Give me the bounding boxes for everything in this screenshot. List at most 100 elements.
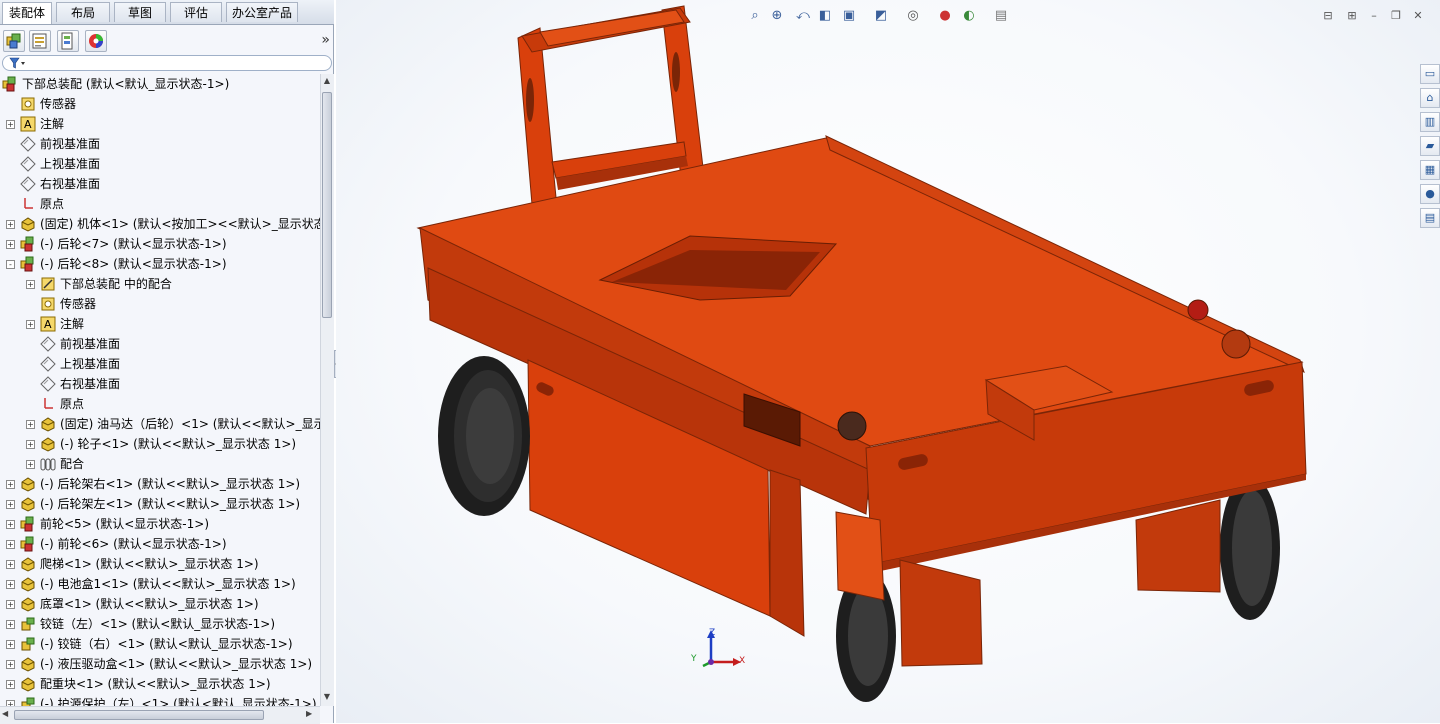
view-settings-icon[interactable]: ▤	[992, 6, 1010, 26]
zoom-area-icon[interactable]: ⊕	[768, 6, 786, 26]
tree-node[interactable]: + A 注解	[0, 314, 320, 334]
rear-wheel-right	[1220, 476, 1280, 620]
tree-node[interactable]: + (固定) 机体<1> (默认<按加工><<默认>_显示状态	[0, 214, 320, 234]
tree-node-label: 右视基准面	[40, 177, 101, 191]
scroll-left-arrow-icon[interactable]: ◀	[2, 709, 8, 718]
expand-icon[interactable]: +	[6, 520, 15, 529]
tree-node[interactable]: + 配重块<1> (默认<<默认>_显示状态 1>)	[0, 674, 320, 694]
expand-icon[interactable]: +	[6, 600, 15, 609]
part-icon	[21, 677, 35, 692]
tree-vertical-scrollbar[interactable]: ▲ ▼	[320, 74, 334, 706]
assembly-model[interactable]	[336, 0, 1440, 723]
expand-icon[interactable]: +	[6, 580, 15, 589]
expand-icon[interactable]: +	[6, 220, 15, 229]
tab-layout[interactable]: 布局	[56, 2, 110, 22]
collapse-icon[interactable]: -	[6, 260, 15, 269]
tree-horizontal-scroll-thumb[interactable]	[14, 710, 264, 720]
expand-icon[interactable]: +	[6, 540, 15, 549]
tree-node[interactable]: + (-) 铰链（右）<1> (默认<默认_显示状态-1>)	[0, 634, 320, 654]
custom-properties-icon[interactable]: ●	[1420, 184, 1440, 204]
tree-node[interactable]: + (-) 轮子<1> (默认<<默认>_显示状态 1>)	[0, 434, 320, 454]
appearance-tab-button[interactable]	[85, 30, 107, 52]
expand-icon[interactable]: +	[26, 440, 35, 449]
expand-icon[interactable]: +	[6, 120, 15, 129]
expand-icon[interactable]: +	[6, 240, 15, 249]
tree-node[interactable]: + 爬梯<1> (默认<<默认>_显示状态 1>)	[0, 554, 320, 574]
tree-node[interactable]: 原点	[0, 194, 320, 214]
hide-show-icon[interactable]: ◎	[904, 6, 922, 26]
appearances-icon[interactable]: ▦	[1420, 160, 1440, 180]
tree-node[interactable]: 上视基准面	[0, 354, 320, 374]
file-explorer-icon[interactable]: ▥	[1420, 112, 1440, 132]
expand-icon[interactable]: +	[26, 320, 35, 329]
expand-icon[interactable]: +	[6, 680, 15, 689]
tree-node[interactable]: + (-) 后轮架右<1> (默认<<默认>_显示状态 1>)	[0, 474, 320, 494]
tree-node[interactable]: + (-) 护源保护（左）<1> (默认<默认_显示状态-1>)	[0, 694, 320, 706]
tab-office-products[interactable]: 办公室产品	[226, 2, 298, 22]
expand-icon[interactable]: +	[6, 500, 15, 509]
tree-node[interactable]: + A 注解	[0, 114, 320, 134]
tree-node[interactable]: 前视基准面	[0, 134, 320, 154]
expand-icon[interactable]: +	[26, 460, 35, 469]
zoom-to-fit-icon[interactable]: ⌕	[746, 6, 764, 26]
view-orientation-icon[interactable]: ▣	[840, 6, 858, 26]
tree-node[interactable]: + 配合	[0, 454, 320, 474]
tree-node[interactable]: + 下部总装配 中的配合	[0, 274, 320, 294]
tree-node[interactable]: + (-) 后轮<7> (默认<显示状态-1>)	[0, 234, 320, 254]
expand-icon[interactable]: +	[26, 280, 35, 289]
close-icon[interactable]: ✕	[1410, 8, 1426, 24]
expand-icon[interactable]: +	[6, 640, 15, 649]
minimize-icon[interactable]: –	[1366, 8, 1382, 24]
design-library-icon[interactable]: ⌂	[1420, 88, 1440, 108]
graphics-area[interactable]: ⌕ ⊕ ⤺ ◧ ▣ ◩ ◎ ● ◐ ▤ ⊟ ⊞ – ❐ ✕ ▭ ⌂ ▥ ▰ ▦ ● ▤ Z Y X	[336, 0, 1440, 723]
scroll-right-arrow-icon[interactable]: ▶	[306, 709, 312, 718]
expand-icon[interactable]: +	[6, 480, 15, 489]
tree-node[interactable]: 右视基准面	[0, 374, 320, 394]
expand-icon[interactable]: +	[26, 420, 35, 429]
tree-node[interactable]: + 铰链（左）<1> (默认<默认_显示状态-1>)	[0, 614, 320, 634]
tile-left-icon[interactable]: ⊟	[1320, 8, 1336, 24]
tree-vertical-scroll-thumb[interactable]	[322, 92, 332, 318]
resources-icon[interactable]: ▭	[1420, 64, 1440, 84]
tree-node[interactable]: 上视基准面	[0, 154, 320, 174]
tree-node[interactable]: 传感器	[0, 294, 320, 314]
apply-scene-icon[interactable]: ◐	[960, 6, 978, 26]
panel-expand-button[interactable]: »	[321, 32, 330, 48]
configurationmanager-tab-button[interactable]	[57, 30, 79, 52]
tab-evaluate[interactable]: 评估	[170, 2, 222, 22]
featuremanager-tab-button[interactable]	[3, 30, 25, 52]
edit-appearance-icon[interactable]: ●	[936, 6, 954, 26]
tree-node[interactable]: - (-) 后轮<8> (默认<显示状态-1>)	[0, 254, 320, 274]
expand-icon[interactable]: +	[6, 660, 15, 669]
tile-right-icon[interactable]: ⊞	[1344, 8, 1360, 24]
tab-assembly[interactable]: 装配体	[2, 2, 52, 24]
propertymanager-tab-button[interactable]	[29, 30, 51, 52]
sw-forum-icon[interactable]: ▤	[1420, 208, 1440, 228]
tree-horizontal-scrollbar[interactable]: ◀ ▶	[0, 706, 320, 724]
expand-icon[interactable]: +	[6, 560, 15, 569]
tree-node[interactable]: + (-) 前轮<6> (默认<显示状态-1>)	[0, 534, 320, 554]
tree-node[interactable]: 右视基准面	[0, 174, 320, 194]
view-palette-icon[interactable]: ▰	[1420, 136, 1440, 156]
tree-filter-input[interactable]	[2, 55, 332, 71]
tree-node[interactable]: + (-) 电池盒1<1> (默认<<默认>_显示状态 1>)	[0, 574, 320, 594]
section-view-icon[interactable]: ◧	[816, 6, 834, 26]
restore-icon[interactable]: ❐	[1388, 8, 1404, 24]
tree-node[interactable]: + (固定) 油马达（后轮）<1> (默认<<默认>_显示	[0, 414, 320, 434]
tree-node-label: 注解	[60, 317, 85, 331]
tree-node[interactable]: 前视基准面	[0, 334, 320, 354]
scroll-up-arrow-icon[interactable]: ▲	[322, 76, 332, 88]
previous-view-icon[interactable]: ⤺	[794, 6, 812, 26]
tree-node[interactable]: + 前轮<5> (默认<显示状态-1>)	[0, 514, 320, 534]
tab-sketch[interactable]: 草图	[114, 2, 166, 22]
expand-icon[interactable]: +	[6, 620, 15, 629]
origin-icon	[24, 198, 33, 209]
tree-node[interactable]: 下部总装配 (默认<默认_显示状态-1>)	[0, 74, 320, 94]
display-style-icon[interactable]: ◩	[872, 6, 890, 26]
tree-node[interactable]: 传感器	[0, 94, 320, 114]
scroll-down-arrow-icon[interactable]: ▼	[322, 692, 332, 704]
tree-node[interactable]: + 底罩<1> (默认<<默认>_显示状态 1>)	[0, 594, 320, 614]
tree-node[interactable]: 原点	[0, 394, 320, 414]
tree-node[interactable]: + (-) 液压驱动盒<1> (默认<<默认>_显示状态 1>)	[0, 654, 320, 674]
tree-node[interactable]: + (-) 后轮架左<1> (默认<<默认>_显示状态 1>)	[0, 494, 320, 514]
